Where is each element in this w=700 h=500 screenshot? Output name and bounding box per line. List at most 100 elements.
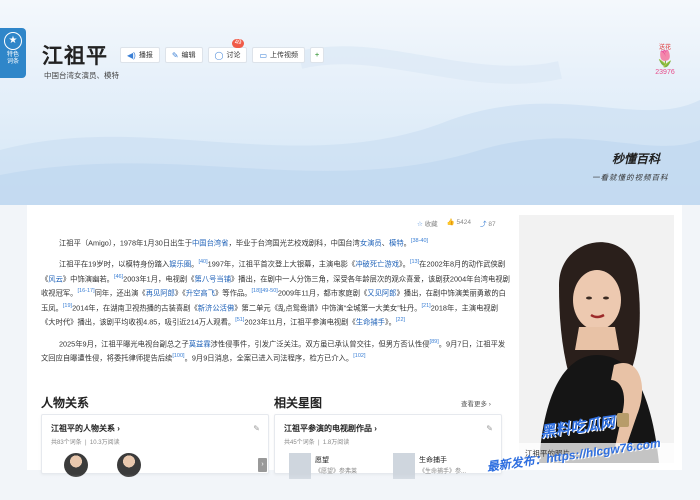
entry-meta-row: ☆ 收藏 👍 5424 ⤴ 87 [417, 218, 496, 228]
title-row: 江祖平 ◀) 播报 ✎ 编辑 49 ◯ 讨论 ▭ 上传视频 + [42, 39, 329, 70]
reference-marker[interactable]: [38-40] [411, 238, 428, 244]
summary-paragraph-3: 2025年9月，江祖平曝光电视台副总之子莫益霖涉性侵事件，引发广泛关注。双方虽已… [41, 336, 511, 365]
edit-button[interactable]: ✎ 编辑 [164, 47, 203, 63]
discuss-button[interactable]: 49 ◯ 讨论 [207, 39, 248, 63]
reference-marker[interactable]: [19] [63, 303, 72, 309]
scroll-right-arrow[interactable]: › [258, 458, 267, 472]
summary-text: 2023年11月，江祖平参演电视剧《 [244, 317, 356, 327]
reference-marker[interactable]: [18] [252, 288, 261, 294]
pencil-icon[interactable]: ✎ [486, 424, 493, 433]
brand-logo: 秒懂百科 [612, 152, 661, 166]
brand-slogan: 一看就懂的视频百科 [592, 173, 669, 182]
star-outline-icon: ☆ [417, 221, 423, 228]
relations-section-title: 人物关系 [41, 396, 90, 410]
show-name[interactable]: 生命捕手 [419, 455, 447, 465]
summary-text: 。9月9日消息，全案已进入司法程序，检方已介入。 [184, 353, 354, 363]
summary-text: 2025年9月，江祖平曝光电视台副总之子 [59, 338, 189, 348]
entry-link[interactable]: 升空高飞 [186, 289, 215, 298]
summary-text: 》中饰演幽若。 [62, 274, 114, 284]
summary-text: 》《 [174, 288, 186, 298]
upload-video-label: 上传视频 [270, 52, 299, 59]
badge-line-2: 词条 [6, 59, 19, 65]
share-count: 87 [488, 221, 496, 228]
summary-paragraph-2: 江祖平在19岁时，以模特身份踏入娱乐圈。[40]1997年，江祖平首次登上大银幕… [41, 256, 511, 328]
discuss-count-badge: 49 [231, 39, 245, 48]
relations-card-title-text: 江祖平的人物关系 [51, 424, 115, 433]
comment-icon: ◯ [214, 50, 224, 60]
header-banner: ★ 特色 词条 江祖平 ◀) 播报 ✎ 编辑 49 ◯ 讨论 ▭ 上传视频 + … [0, 0, 700, 205]
summary-text: 江祖平在19岁时，以模特身份踏入 [59, 259, 170, 269]
summary-text: 。 [403, 238, 411, 248]
reference-marker[interactable]: [102] [353, 353, 365, 359]
entry-link[interactable]: 莫益霖 [189, 339, 211, 348]
star-map-card-title-text: 江祖平参演的电视剧作品 [284, 424, 372, 433]
view-more-label: 查看更多 [461, 401, 487, 408]
upload-video-button[interactable]: ▭ 上传视频 [252, 47, 306, 63]
show-name[interactable]: 愿望 [315, 455, 329, 465]
star-map-card-title: 江祖平参演的电视剧作品 › [284, 424, 377, 433]
relations-card[interactable]: 江祖平的人物关系 › 共83个词条 | 10.3万阅读 ✎ › [41, 414, 269, 477]
favorite-label: 收藏 [424, 221, 438, 228]
reference-marker[interactable]: [89] [430, 339, 439, 345]
summary-text: 》。 [399, 259, 410, 269]
entry-link[interactable]: 冲破死亡游戏 [355, 260, 399, 269]
summary-text: 同年，还出演《 [94, 288, 146, 298]
flower-rank[interactable]: 送花 🌷 23976 [645, 42, 685, 76]
bottom-fade [0, 474, 700, 500]
flower-icon: 🌷 [655, 51, 675, 68]
view-more-link[interactable]: 查看更多 › [461, 398, 491, 408]
reference-marker[interactable]: [49-50] [261, 288, 278, 294]
video-icon: ▭ [259, 50, 268, 60]
entry-summary: 江祖平（Amigo），1978年1月30日出生于中国台湾省，毕业于台湾国光艺校戏… [41, 235, 511, 371]
featured-entry-badge: ★ 特色 词条 [0, 28, 26, 78]
reference-marker[interactable]: [51] [235, 317, 244, 323]
reference-marker[interactable]: [22] [396, 317, 405, 323]
share-icon: ⤴ [480, 221, 487, 228]
entry-link[interactable]: 再见阿郎 [146, 289, 175, 298]
star-icon: ★ [4, 32, 22, 50]
reference-marker[interactable]: [100] [172, 353, 184, 359]
summary-text: 2003年1月，电视剧《 [123, 274, 195, 284]
reference-marker[interactable]: [40] [198, 259, 207, 265]
badge-line-1: 特色 [6, 52, 19, 58]
entry-link[interactable]: 娱乐圈 [169, 260, 191, 269]
favorite-button[interactable]: ☆ 收藏 [417, 218, 438, 228]
relations-card-stats: 共83个词条 | 10.3万阅读 [51, 440, 120, 446]
pencil-icon[interactable]: ✎ [253, 424, 260, 433]
entry-link[interactable]: 模特 [389, 238, 404, 247]
star-map-section-title: 相关星图 [274, 396, 323, 410]
discuss-label: 讨论 [226, 52, 241, 59]
summary-text: 、 [381, 238, 390, 248]
play-label: 播报 [138, 52, 153, 59]
pencil-icon: ✎ [171, 50, 179, 60]
entry-link[interactable]: 中国台湾省 [192, 238, 228, 247]
summary-text: 2014年，在湖南卫视热播的古装喜剧《 [72, 303, 198, 313]
reference-marker[interactable]: [46] [114, 274, 123, 280]
summary-text: 江祖平（Amigo），1978年1月30日出生于 [59, 238, 193, 248]
entry-link[interactable]: 新济公活佛 [198, 303, 234, 312]
play-button[interactable]: ◀) 播报 [120, 47, 160, 63]
share-button[interactable]: ⤴ 87 [480, 218, 496, 228]
entry-link[interactable]: 第八号当铺 [195, 274, 231, 283]
entry-link[interactable]: 生命捕手 [356, 318, 385, 327]
star-map-entry-count: 共45个词条 [284, 440, 315, 446]
entry-link[interactable]: 女演员 [360, 238, 382, 247]
star-map-read-count: 1.8万阅读 [322, 440, 350, 446]
page-title: 江祖平 [42, 44, 108, 68]
send-flower-tag: 送花 [658, 45, 671, 51]
summary-text: ，毕业于台湾国光艺校戏剧科，中国台湾 [228, 238, 360, 248]
like-count: 5424 [456, 219, 472, 226]
star-map-card-stats: 共45个词条 | 1.8万阅读 [284, 440, 350, 446]
entry-link[interactable]: 风云 [48, 274, 63, 283]
reference-marker[interactable]: [16-17] [77, 288, 94, 294]
reference-marker[interactable]: [21] [422, 303, 431, 309]
star-map-card[interactable]: 江祖平参演的电视剧作品 › 共45个词条 | 1.8万阅读 ✎ 愿望 《愿望》参… [274, 414, 502, 479]
add-button[interactable]: + [310, 47, 325, 63]
reference-marker[interactable]: [13] [410, 259, 419, 265]
summary-paragraph-1: 江祖平（Amigo），1978年1月30日出生于中国台湾省，毕业于台湾国光艺校戏… [41, 235, 511, 249]
relations-entry-count: 共83个词条 [51, 440, 82, 446]
like-button[interactable]: 👍 5424 [447, 218, 471, 228]
summary-text: 》等作品。 [215, 288, 252, 298]
thumbs-up-icon: 👍 [446, 219, 455, 226]
entry-link[interactable]: 又见阿郎 [367, 289, 396, 298]
